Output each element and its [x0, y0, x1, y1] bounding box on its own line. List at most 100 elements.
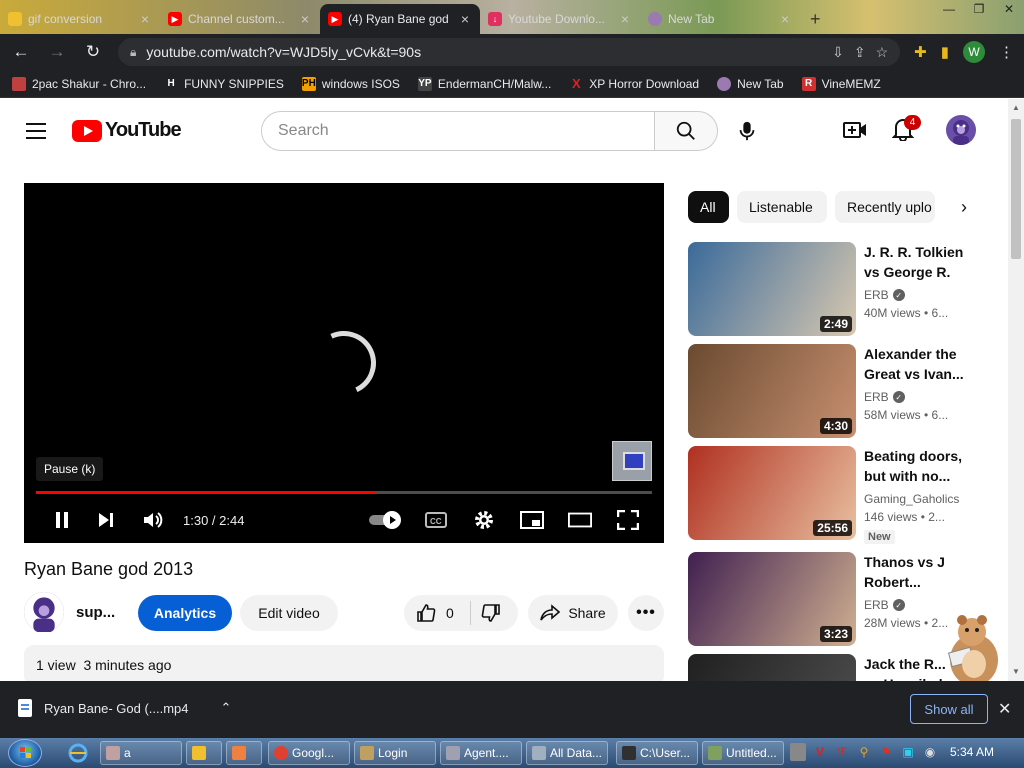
- taskbar-item[interactable]: Login: [354, 741, 436, 765]
- close-icon[interactable]: ✕: [998, 699, 1011, 719]
- install-icon[interactable]: ⇩: [832, 44, 844, 61]
- profile-avatar[interactable]: W: [963, 41, 985, 63]
- video-thumbnail[interactable]: 4:30: [688, 344, 856, 438]
- address-bar[interactable]: 🔒︎ youtube.com/watch?v=WJD5ly_vCvk&t=90s…: [118, 38, 901, 66]
- chevron-up-icon[interactable]: ⌃: [221, 700, 232, 716]
- account-avatar[interactable]: [946, 115, 976, 145]
- recommendation-item[interactable]: 4:30 Alexander the Great vs Ivan... ERB …: [688, 344, 988, 438]
- channel-name[interactable]: sup...: [76, 604, 115, 621]
- extensions-puzzle-icon[interactable]: ✚: [914, 43, 927, 61]
- close-icon[interactable]: ×: [618, 11, 632, 27]
- bookmark-xp-horror[interactable]: X XP Horror Download: [569, 76, 699, 91]
- tray-flag-icon[interactable]: ⚑: [878, 743, 894, 761]
- thumbs-down-icon[interactable]: [481, 603, 501, 623]
- taskbar-item[interactable]: Untitled...: [702, 741, 784, 765]
- taskbar-item[interactable]: C:\User...: [616, 741, 698, 765]
- volume-button[interactable]: [141, 509, 165, 531]
- scroll-up-icon[interactable]: ▲: [1012, 103, 1020, 112]
- thumbs-up-icon[interactable]: [416, 603, 436, 623]
- progress-bar[interactable]: [36, 491, 652, 494]
- restore-icon[interactable]: ❐: [964, 0, 994, 18]
- recommendation-channel[interactable]: ERB ✓: [864, 598, 905, 612]
- video-thumbnail[interactable]: 3:23: [688, 552, 856, 646]
- tray-v-icon[interactable]: V: [812, 743, 828, 761]
- chevron-right-icon[interactable]: ›: [952, 195, 976, 219]
- tab-ryan-bane[interactable]: ▶ (4) Ryan Bane god ×: [320, 4, 480, 34]
- video-thumbnail[interactable]: [688, 654, 856, 681]
- chip-listenable[interactable]: Listenable: [737, 191, 827, 223]
- recommendation-item[interactable]: 25:56 Beating doors, but with no... Gami…: [688, 446, 988, 544]
- settings-button[interactable]: [472, 509, 496, 531]
- subtitles-button[interactable]: CC: [424, 509, 448, 531]
- close-icon[interactable]: ×: [298, 11, 312, 27]
- new-tab-button[interactable]: +: [800, 4, 831, 34]
- taskbar-item[interactable]: Agent....: [440, 741, 522, 765]
- tray-flash-icon[interactable]: ℱ: [834, 743, 850, 761]
- recommendation-title[interactable]: Alexander the Great vs Ivan...: [864, 344, 964, 384]
- scrollbar-thumb[interactable]: [1011, 119, 1021, 259]
- tray-app-icon[interactable]: [790, 743, 806, 761]
- recommendation-channel[interactable]: Gaming_Gaholics: [864, 492, 959, 506]
- close-icon[interactable]: ×: [458, 11, 472, 27]
- back-arrow-icon[interactable]: ←: [10, 42, 32, 62]
- close-icon[interactable]: ×: [138, 11, 152, 27]
- fullscreen-button[interactable]: [616, 509, 640, 531]
- channel-avatar[interactable]: [24, 592, 64, 632]
- bookmark-new-tab[interactable]: New Tab: [717, 76, 784, 91]
- pause-button[interactable]: [50, 509, 74, 531]
- voice-search-button[interactable]: [727, 111, 767, 151]
- video-thumbnail[interactable]: 25:56: [688, 446, 856, 540]
- bookmark-endermanch[interactable]: YP EndermanCH/Malw...: [417, 76, 551, 91]
- tab-channel-custom[interactable]: ▶ Channel custom... ×: [160, 4, 320, 34]
- analytics-button[interactable]: Analytics: [138, 595, 232, 631]
- taskbar-item[interactable]: a: [100, 741, 182, 765]
- tab-new-tab[interactable]: New Tab ×: [640, 4, 800, 34]
- kebab-menu-icon[interactable]: ⋮: [999, 43, 1014, 61]
- share-button[interactable]: Share: [528, 595, 618, 631]
- system-clock[interactable]: 5:34 AM: [950, 745, 994, 759]
- tab-youtube-downloader[interactable]: ↓ Youtube Downlo... ×: [480, 4, 640, 34]
- miniplayer-button[interactable]: [520, 509, 544, 531]
- download-item[interactable]: Ryan Bane- God (....mp4 ⌃: [18, 699, 231, 717]
- recommendation-item[interactable]: 2:49 J. R. R. Tolkien vs George R. ... E…: [688, 242, 988, 336]
- reload-icon[interactable]: ↻: [82, 42, 104, 62]
- more-actions-button[interactable]: •••: [628, 595, 664, 631]
- show-all-button[interactable]: Show all: [910, 694, 988, 724]
- recommendation-title[interactable]: J. R. R. Tolkien vs George R. ...: [864, 242, 964, 282]
- taskbar-item[interactable]: Googl...: [268, 741, 350, 765]
- tab-gif-conversion[interactable]: gif conversion ×: [0, 4, 160, 34]
- theater-mode-button[interactable]: [568, 509, 592, 531]
- taskbar-item[interactable]: All Data...: [526, 741, 608, 765]
- create-video-button[interactable]: [843, 119, 867, 146]
- video-thumbnail[interactable]: 2:49: [688, 242, 856, 336]
- tray-search-icon[interactable]: ⚲: [856, 743, 872, 761]
- bookmark-windows-isos[interactable]: PH windows ISOS: [301, 76, 400, 91]
- forward-arrow-icon[interactable]: →: [46, 42, 68, 62]
- youtube-logo[interactable]: YouTube: [72, 119, 182, 142]
- minimize-icon[interactable]: —: [934, 0, 964, 18]
- tray-monitor-icon[interactable]: ▣: [900, 743, 916, 761]
- internet-explorer-icon[interactable]: [68, 743, 88, 763]
- lock-icon[interactable]: 🔒︎: [130, 45, 136, 60]
- close-icon[interactable]: ×: [778, 11, 792, 27]
- bookmark-funny-snippies[interactable]: H FUNNY SNIPPIES: [164, 77, 283, 91]
- description-box[interactable]: 1 view 3 minutes ago: [24, 645, 664, 681]
- side-panel-icon[interactable]: ▮: [941, 43, 949, 61]
- search-input[interactable]: Search: [261, 111, 655, 151]
- edit-video-button[interactable]: Edit video: [240, 595, 338, 631]
- hamburger-menu-icon[interactable]: [26, 123, 46, 144]
- url-text[interactable]: youtube.com/watch?v=WJD5ly_vCvk&t=90s: [146, 44, 822, 60]
- next-button[interactable]: [94, 509, 118, 531]
- taskbar-item[interactable]: [226, 741, 262, 765]
- chip-all[interactable]: All: [688, 191, 729, 223]
- page-scrollbar[interactable]: ▲ ▼: [1008, 99, 1024, 681]
- autoplay-toggle[interactable]: [369, 511, 403, 529]
- search-button[interactable]: [654, 111, 718, 151]
- start-button[interactable]: [8, 739, 42, 767]
- recommendation-channel[interactable]: ERB ✓: [864, 288, 905, 302]
- close-window-icon[interactable]: ✕: [994, 0, 1024, 18]
- scroll-down-icon[interactable]: ▼: [1012, 667, 1020, 676]
- bookmark-vinememz[interactable]: R VineMEMZ: [801, 76, 881, 91]
- channel-watermark-icon[interactable]: [612, 441, 652, 481]
- recommendation-channel[interactable]: ERB ✓: [864, 390, 905, 404]
